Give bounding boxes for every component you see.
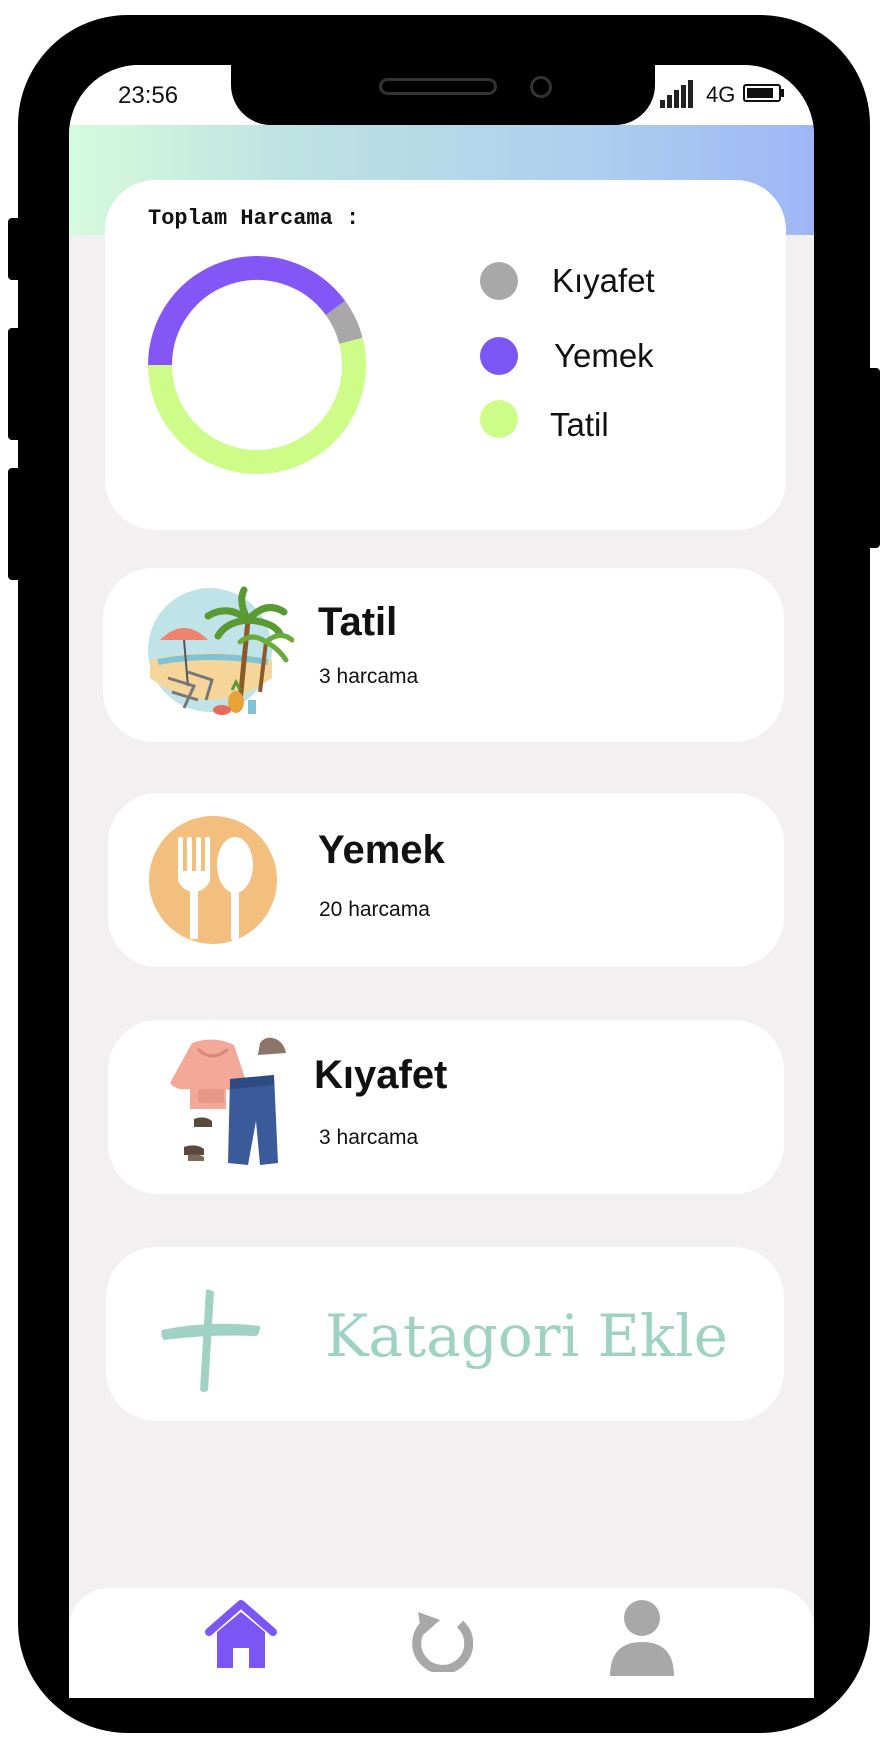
legend-dot — [480, 262, 518, 300]
donut-slice-yemek — [148, 256, 346, 366]
clothes-icon — [170, 1037, 286, 1165]
donut-slice-tatil — [148, 337, 366, 474]
spending-donut-chart — [148, 256, 366, 474]
refresh-icon[interactable] — [412, 1608, 476, 1672]
notch — [231, 65, 655, 125]
category-title: Kıyafet — [314, 1053, 448, 1097]
category-title: Tatil — [318, 600, 398, 644]
category-count: 20 harcama — [319, 898, 430, 921]
home-icon[interactable] — [203, 1600, 279, 1670]
legend-label: Yemek — [554, 337, 654, 374]
category-title: Yemek — [318, 828, 445, 872]
summary-title: Toplam Harcama : — [148, 206, 360, 231]
donut-slice-kıyafet — [325, 300, 363, 345]
battery-icon — [743, 84, 781, 102]
status-time: 23:56 — [118, 82, 179, 109]
legend-label: Kıyafet — [552, 262, 655, 299]
legend-dot — [480, 337, 518, 375]
beach-icon — [148, 586, 294, 715]
speaker-grille — [379, 78, 497, 95]
legend-dot — [480, 400, 518, 438]
category-count: 3 harcama — [319, 665, 419, 688]
plus-icon[interactable] — [160, 1286, 262, 1396]
category-count: 3 harcama — [319, 1126, 419, 1149]
signal-icon — [660, 80, 700, 108]
add-category-label: Katagori Ekle — [325, 1302, 728, 1370]
user-icon[interactable] — [606, 1598, 678, 1678]
fork-spoon-icon — [149, 816, 277, 944]
legend-label: Tatil — [550, 406, 609, 443]
network-type: 4G — [706, 82, 736, 107]
front-camera — [530, 76, 552, 98]
